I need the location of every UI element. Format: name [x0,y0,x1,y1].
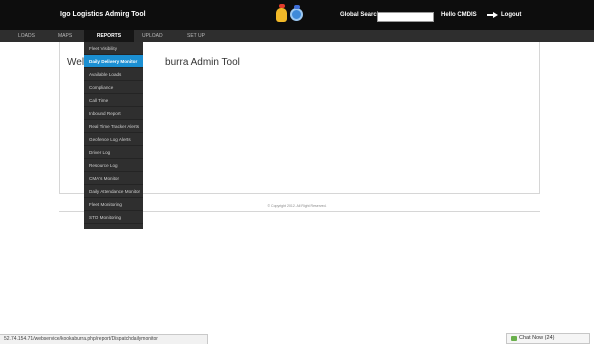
nav-reports[interactable]: REPORTS [84,30,134,42]
menu-item-compliance[interactable]: Compliance [84,81,143,94]
nav-maps[interactable]: MAPS [58,30,72,42]
global-search-input[interactable] [377,12,434,22]
chat-label: Chat Now (24) [519,335,555,341]
globe-icon[interactable] [290,5,303,21]
logout-button[interactable]: Logout [487,12,521,18]
menu-item-inbound-report[interactable]: Inbound Report [84,107,143,120]
menu-item-call-time[interactable]: Call Time [84,94,143,107]
menu-item-daily-attendance-monitor[interactable]: Daily Attendance Monitor [84,185,143,198]
logout-arrow-icon [487,12,498,18]
menu-item-real-time-tracker-alerts[interactable]: Real Time Tracker Alerts [84,120,143,133]
nav-upload[interactable]: UPLOAD [142,30,163,42]
chat-icon [511,336,517,341]
menu-item-daily-delivery-monitor[interactable]: Daily Delivery Monitor [84,55,143,68]
welcome-text-right: burra Admin Tool [165,57,240,68]
main-nav: LOADS MAPS REPORTS UPLOAD SET UP [0,30,594,42]
menu-item-geofence-log-alerts[interactable]: Geofence Log Alerts [84,133,143,146]
menu-item-sto-monitoring[interactable]: STO Monitoring [84,211,143,224]
menu-item-resource-log[interactable]: Resource Log [84,159,143,172]
nav-setup[interactable]: SET UP [187,30,205,42]
global-search-label: Global Search [340,12,381,18]
notification-bell-icon[interactable] [276,4,287,22]
menu-item-driver-log[interactable]: Driver Log [84,146,143,159]
reports-dropdown-menu: Fleet Visibility Daily Delivery Monitor … [84,42,143,229]
user-greeting: Hello CMDIS [441,12,477,18]
chat-now-button[interactable]: Chat Now (24) [506,333,590,344]
status-bar-url: 52.74.154.71/webservice/kookaburra.php/r… [0,334,208,344]
logout-label: Logout [501,12,522,18]
menu-item-fleet-monitoring[interactable]: Fleet Monitoring [84,198,143,211]
app-title: Igo Logistics Admirg Tool [60,11,146,18]
top-header: Igo Logistics Admirg Tool Global Search … [0,0,594,30]
menu-item-fleet-visibility[interactable]: Fleet Visibility [84,42,143,55]
header-icons [276,4,303,22]
menu-item-available-loads[interactable]: Available Loads [84,68,143,81]
nav-loads[interactable]: LOADS [18,30,35,42]
menu-item-cmas-monitor[interactable]: CMA's Monitor [84,172,143,185]
